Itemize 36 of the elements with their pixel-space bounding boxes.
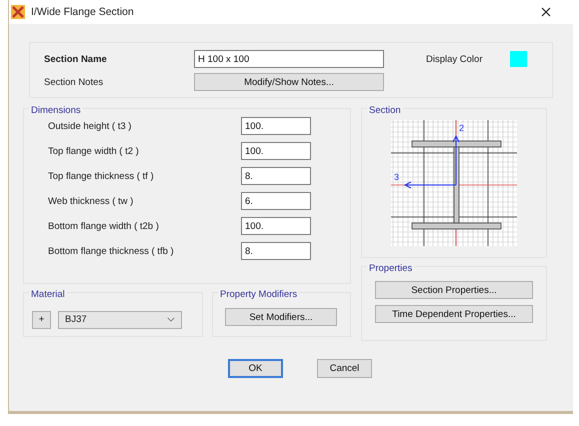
group-title: Material xyxy=(29,289,67,300)
display-color-label: Display Color xyxy=(426,54,484,64)
dimension-field[interactable]: 100. xyxy=(241,217,311,235)
group-title: Section xyxy=(367,105,403,116)
dialog-button[interactable]: OK xyxy=(228,359,283,378)
section-name-label: Section Name xyxy=(44,54,108,64)
dimension-field[interactable]: 100. xyxy=(241,142,311,160)
notes-button[interactable]: Modify/Show Notes... xyxy=(194,73,384,91)
dialog-button[interactable]: Cancel xyxy=(317,359,372,378)
axis-label: 3 xyxy=(394,172,400,182)
window-title: I/Wide Flange Section xyxy=(31,6,135,18)
dimension-field[interactable]: 8. xyxy=(241,167,311,185)
section-name-field[interactable]: H 100 x 100 xyxy=(194,50,384,68)
axis-label: 2 xyxy=(459,123,464,133)
properties-button[interactable]: Time Dependent Properties... xyxy=(375,305,533,323)
section-notes-label: Section Notes xyxy=(44,76,104,88)
add-button[interactable]: + xyxy=(32,310,51,328)
dimension-field[interactable]: 6. xyxy=(241,192,311,210)
group-title: Properties xyxy=(367,263,414,274)
dimension-label: Top flange thickness ( tf ) xyxy=(48,170,155,182)
group-title: Dimensions xyxy=(29,105,83,116)
properties-button[interactable]: Section Properties... xyxy=(375,281,533,299)
dimension-label: Bottom flange width ( t2b ) xyxy=(48,220,160,232)
material-dropdown[interactable]: BJ37 xyxy=(58,310,182,328)
dimension-field[interactable]: 8. xyxy=(241,242,311,260)
set-modifiers-button[interactable]: Set Modifiers... xyxy=(225,308,337,326)
close-icon[interactable] xyxy=(541,7,551,17)
dimension-label: Web thickness ( tw ) xyxy=(48,196,134,206)
dimension-label: Outside height ( t3 ) xyxy=(48,120,132,132)
app-icon xyxy=(11,5,25,19)
color-swatch[interactable] xyxy=(510,51,527,67)
group-title: Property Modifiers xyxy=(218,289,300,300)
dimension-label: Bottom flange thickness ( tfb ) xyxy=(48,246,175,256)
dimension-label: Top flange width ( t2 ) xyxy=(48,146,140,156)
chevron-icon xyxy=(167,317,175,322)
dimension-field[interactable]: 100. xyxy=(241,117,311,135)
